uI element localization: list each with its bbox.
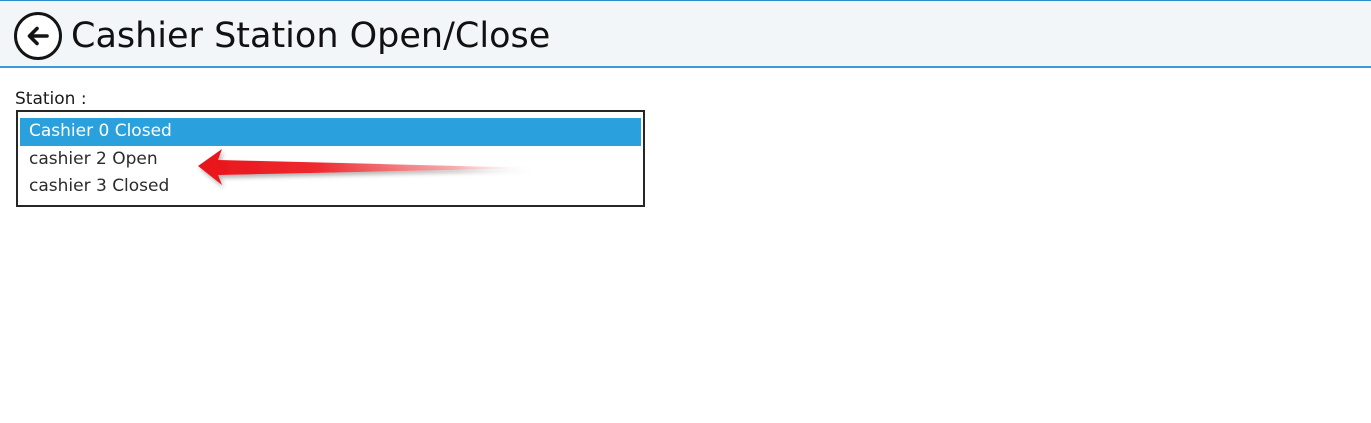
back-button[interactable] (14, 12, 62, 60)
station-listbox[interactable]: Cashier 0 Closed cashier 2 Open cashier … (16, 110, 645, 207)
station-option-cashier-3[interactable]: cashier 3 Closed (20, 173, 641, 201)
page-title: Cashier Station Open/Close (71, 16, 551, 56)
page-header: Cashier Station Open/Close (0, 0, 1371, 68)
arrow-left-icon (27, 26, 49, 46)
station-label: Station : (15, 89, 87, 109)
station-option-cashier-0[interactable]: Cashier 0 Closed (20, 118, 641, 146)
station-option-cashier-2[interactable]: cashier 2 Open (20, 146, 641, 174)
